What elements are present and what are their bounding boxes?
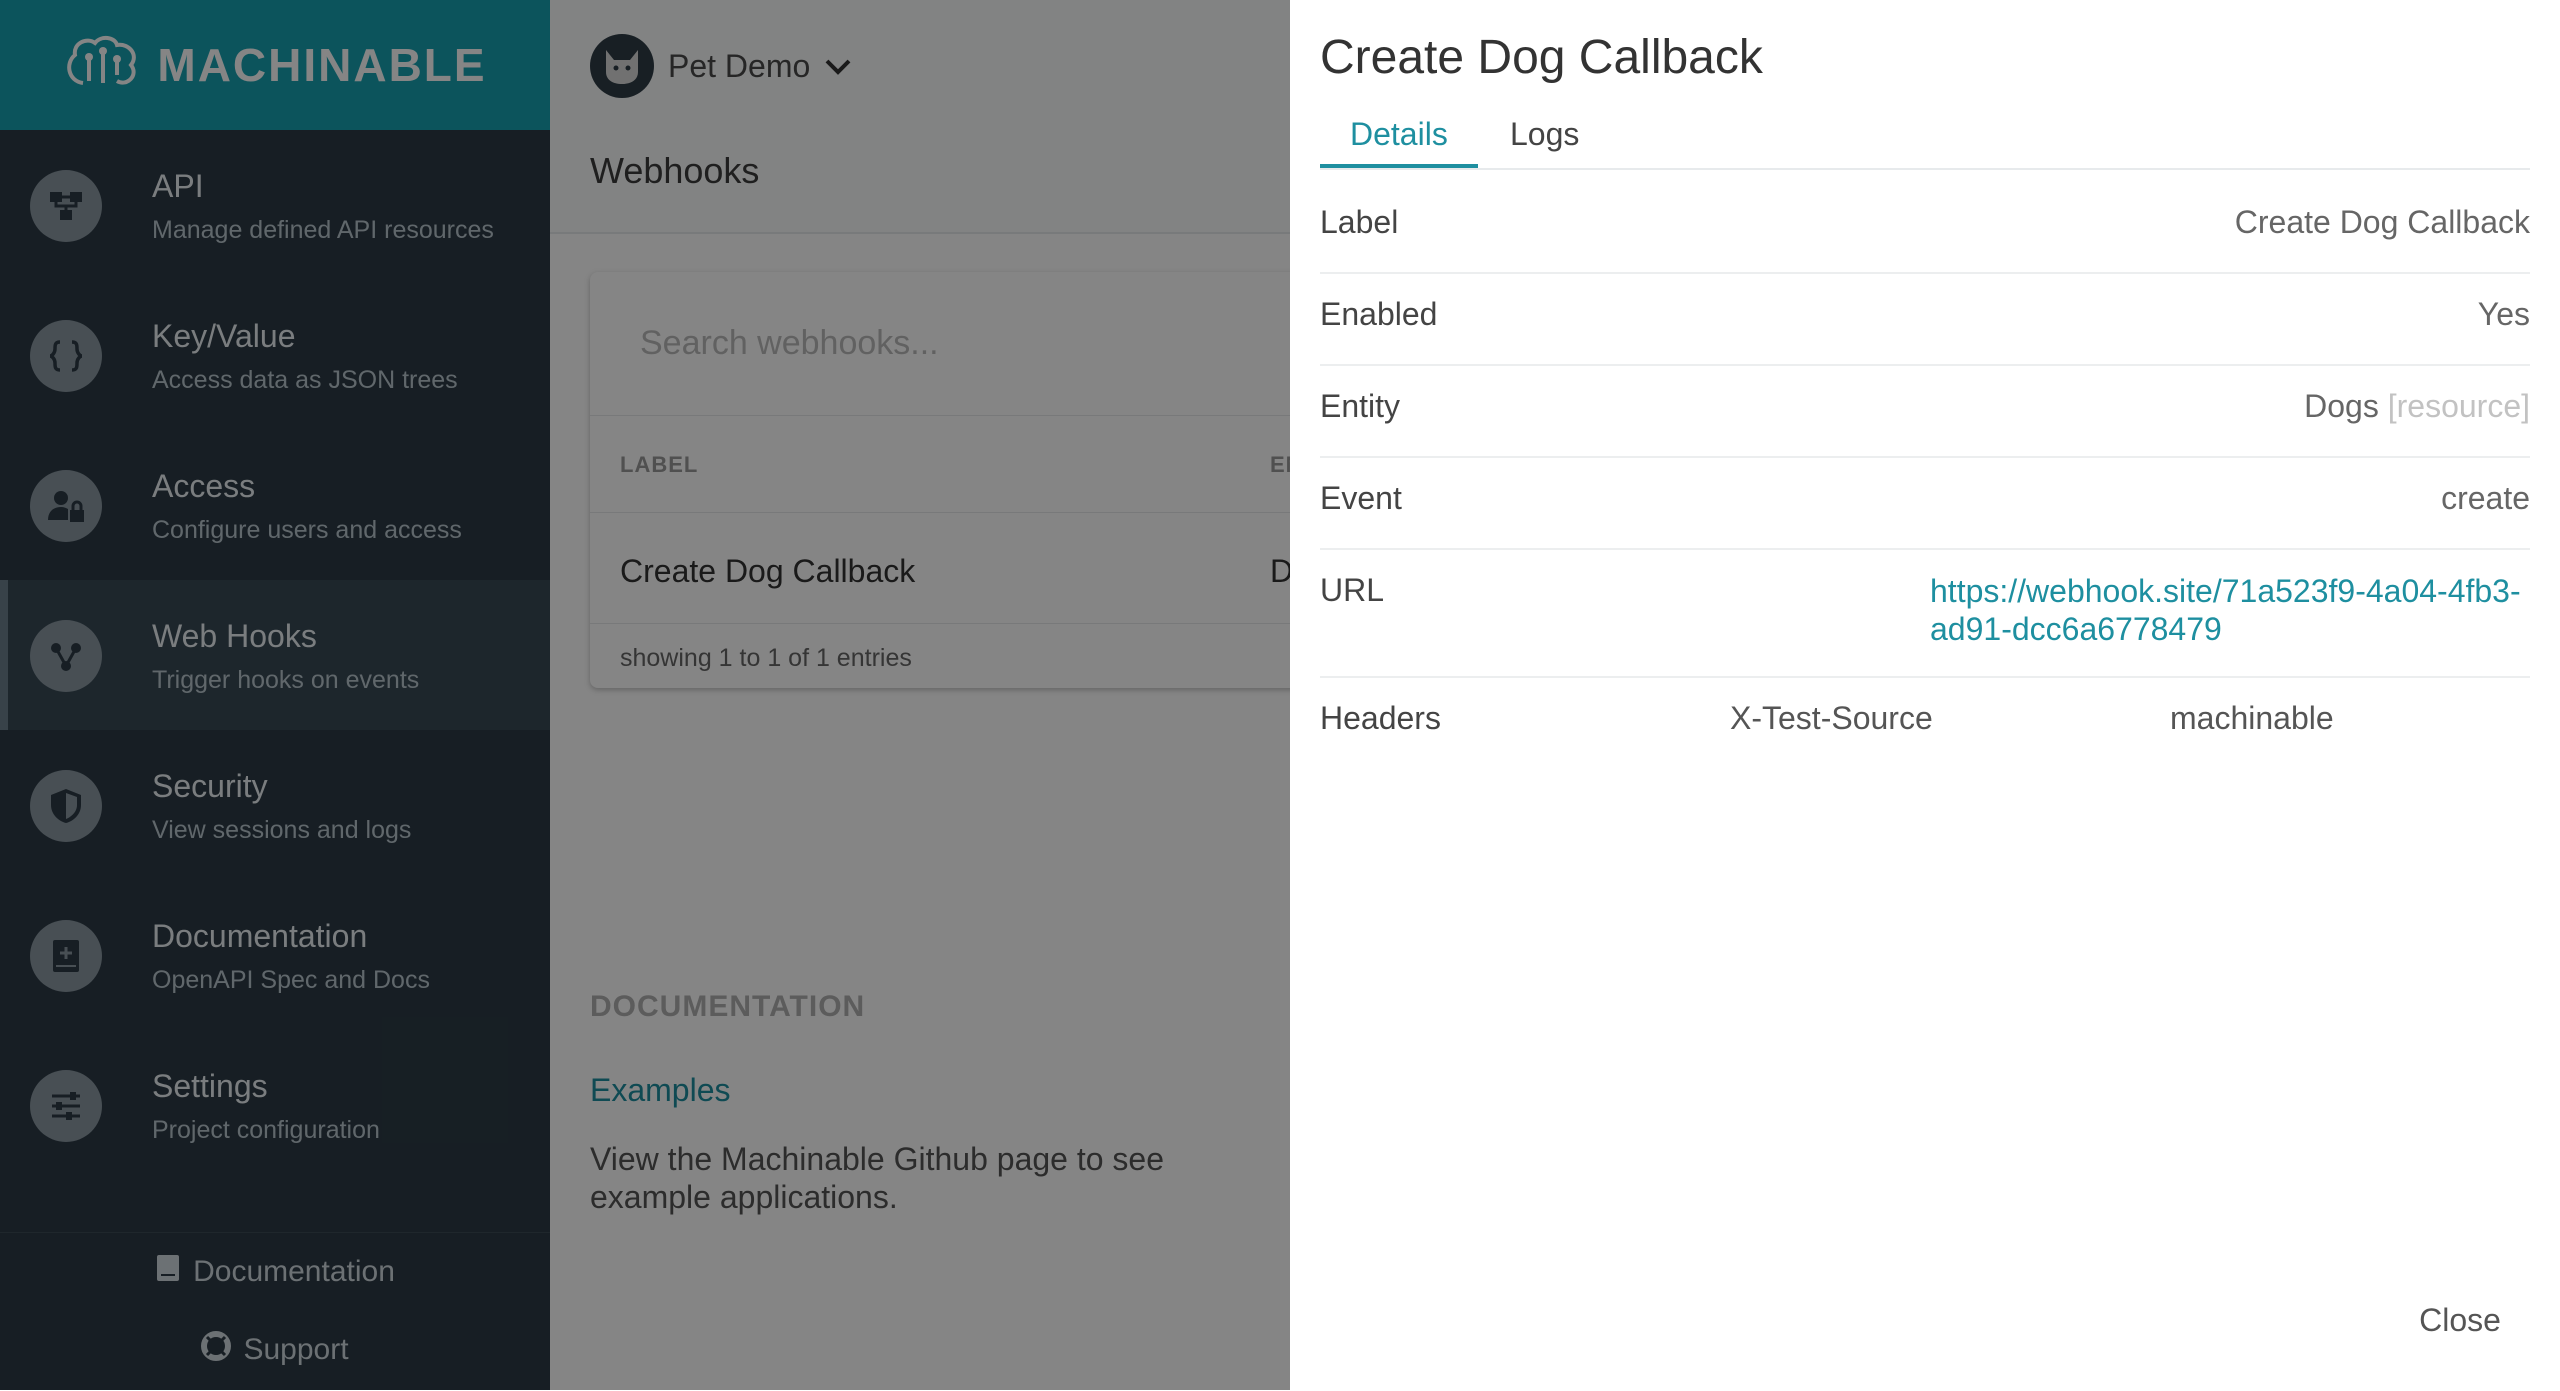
detail-enabled-name: Enabled bbox=[1320, 296, 1438, 332]
tab-logs[interactable]: Logs bbox=[1480, 116, 1609, 168]
webhook-detail-drawer: Create Dog Callback Details Logs Label C… bbox=[1290, 0, 2560, 1390]
drawer-title: Create Dog Callback bbox=[1320, 31, 1763, 84]
detail-label-value: Create Dog Callback bbox=[2234, 204, 2530, 240]
detail-enabled-value: Yes bbox=[2477, 296, 2530, 332]
modal-backdrop[interactable] bbox=[0, 0, 1290, 1390]
header-key: X-Test-Source bbox=[1730, 700, 1933, 736]
tab-details[interactable]: Details bbox=[1320, 116, 1478, 168]
detail-row-enabled: Enabled Yes bbox=[1320, 274, 2530, 366]
detail-entity-tag: [resource] bbox=[2387, 388, 2530, 424]
detail-headers-name: Headers bbox=[1320, 700, 1441, 736]
detail-row-headers: Headers X-Test-Source machinable bbox=[1320, 678, 2530, 768]
detail-row-event: Event create bbox=[1320, 458, 2530, 550]
detail-event-name: Event bbox=[1320, 480, 1402, 516]
detail-row-url: URL https://webhook.site/71a523f9-4a04-4… bbox=[1320, 550, 2530, 678]
detail-event-value: create bbox=[2441, 480, 2530, 516]
detail-row-label: Label Create Dog Callback bbox=[1320, 182, 2530, 274]
detail-entity-value: Dogs bbox=[2304, 388, 2379, 424]
detail-entity-name: Entity bbox=[1320, 388, 1401, 424]
header-value: machinable bbox=[2170, 700, 2334, 736]
detail-entity-value-group: Dogs [resource] bbox=[2304, 388, 2530, 425]
detail-url-link[interactable]: https://webhook.site/71a523f9-4a04-4fb3-… bbox=[1930, 572, 2530, 648]
detail-row-entity: Entity Dogs [resource] bbox=[1320, 366, 2530, 458]
detail-label-name: Label bbox=[1320, 204, 1399, 240]
close-button[interactable]: Close bbox=[2400, 1290, 2520, 1350]
drawer-tabs: Details Logs bbox=[1320, 112, 2530, 170]
detail-url-name: URL bbox=[1320, 572, 1385, 608]
